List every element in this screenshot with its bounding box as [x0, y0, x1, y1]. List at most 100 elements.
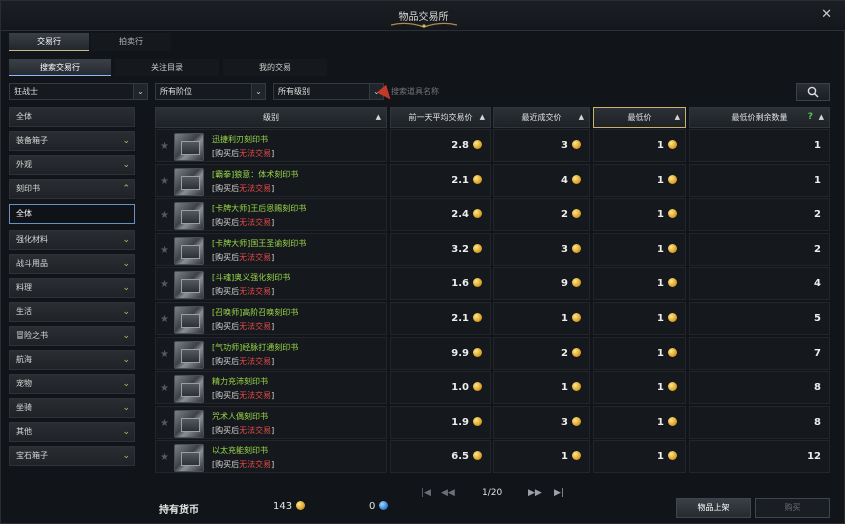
chevron-down-icon: ⌄ — [122, 160, 130, 170]
gold-coin-icon — [473, 313, 482, 322]
gold-coin-icon — [572, 244, 581, 253]
star-icon[interactable]: ★ — [160, 418, 169, 429]
star-icon[interactable]: ★ — [160, 210, 169, 221]
column-header-avg-price[interactable]: 前一天平均交易价 ▲ — [390, 107, 491, 128]
lowest-price-value: 1 — [657, 417, 664, 428]
item-cell[interactable]: ★ [召唤师]高阶召唤刻印书 [购买后无法交易] — [155, 302, 387, 335]
category-equipment-box[interactable]: 装备箱子 ⌄ — [9, 131, 135, 151]
close-icon[interactable]: ✕ — [821, 7, 832, 22]
tab-search-exchange[interactable]: 搜索交易行 — [9, 59, 111, 76]
subcategory-all[interactable]: 全体 — [9, 204, 135, 224]
recent-price-cell: 1 — [493, 440, 590, 473]
category-gem-box[interactable]: 宝石箱子 ⌄ — [9, 446, 135, 466]
list-item-button[interactable]: 物品上架 — [676, 498, 751, 518]
category-all[interactable]: 全体 — [9, 107, 135, 127]
category-pet[interactable]: 宠物 ⌄ — [9, 374, 135, 394]
table-row[interactable]: ★ 咒术人偶刻印书 [购买后无法交易] 1.9 3 1 8 — [155, 406, 830, 440]
tab-my-trades[interactable]: 我的交易 — [223, 59, 327, 76]
avg-price-value: 9.9 — [451, 348, 469, 359]
table-row[interactable]: ★ [召唤师]高阶召唤刻印书 [购买后无法交易] 2.1 1 1 5 — [155, 302, 830, 336]
help-icon[interactable]: ? — [808, 108, 813, 127]
category-label: 装备箱子 — [16, 136, 48, 145]
category-adventure-book[interactable]: 冒险之书 ⌄ — [9, 326, 135, 346]
star-icon[interactable]: ★ — [160, 245, 169, 256]
item-trade-note: [购买后无法交易] — [212, 252, 274, 263]
column-header-remaining[interactable]: 最低价剩余数量? ▲ — [689, 107, 830, 128]
star-icon[interactable]: ★ — [160, 279, 169, 290]
star-icon[interactable]: ★ — [160, 383, 169, 394]
last-page-icon[interactable]: ▶| — [554, 488, 564, 498]
tab-exchange[interactable]: 交易行 — [9, 33, 89, 51]
prev-page-icon[interactable]: ◀◀ — [441, 488, 455, 498]
remaining-count: 2 — [814, 244, 821, 255]
first-page-icon[interactable]: |◀ — [421, 488, 431, 498]
tab-watchlist[interactable]: 关注目录 — [115, 59, 219, 76]
column-header-label: 级别 — [263, 113, 279, 122]
remaining-cell: 4 — [689, 267, 830, 300]
column-header-lowest-price[interactable]: 最低价 ▲ — [593, 107, 686, 128]
recent-price: 2 — [561, 209, 581, 220]
chevron-down-icon: ⌄ — [133, 84, 147, 99]
star-icon[interactable]: ★ — [160, 141, 169, 152]
category-appearance[interactable]: 外观 ⌄ — [9, 155, 135, 175]
lowest-price: 1 — [657, 175, 677, 186]
recent-price-cell: 2 — [493, 337, 590, 370]
item-cell[interactable]: ★ [卡牌大师]国王圣谕刻印书 [购买后无法交易] — [155, 233, 387, 266]
category-label: 强化材料 — [16, 235, 48, 244]
table-row[interactable]: ★ [卡牌大师]国王圣谕刻印书 [购买后无法交易] 3.2 3 1 2 — [155, 233, 830, 267]
item-cell[interactable]: ★ 迅捷利刃刻印书 [购买后无法交易] — [155, 129, 387, 162]
column-header-label: 最低价 — [627, 113, 652, 122]
item-cell[interactable]: ★ 精力充沛刻印书 [购买后无法交易] — [155, 371, 387, 404]
table-row[interactable]: ★ [气功师]经脉打通刻印书 [购买后无法交易] 9.9 2 1 7 — [155, 337, 830, 371]
gold-coin-icon — [668, 417, 677, 426]
grade-select[interactable]: 所有级别 ⌄ — [273, 83, 384, 100]
category-mount[interactable]: 坐骑 ⌄ — [9, 398, 135, 418]
category-label: 外观 — [16, 160, 32, 169]
item-trade-note: [购买后无法交易] — [212, 183, 274, 194]
star-icon[interactable]: ★ — [160, 452, 169, 463]
category-label: 料理 — [16, 283, 32, 292]
item-cell[interactable]: ★ [霸拳]狼意：体术刻印书 [购买后无法交易] — [155, 164, 387, 197]
note-prefix: [购买后 — [212, 460, 240, 469]
table-row[interactable]: ★ [斗魂]奥义强化刻印书 [购买后无法交易] 1.6 9 1 4 — [155, 267, 830, 301]
category-combat-items[interactable]: 战斗用品 ⌄ — [9, 254, 135, 274]
recent-price: 9 — [561, 278, 581, 289]
table-row[interactable]: ★ [卡牌大师]王后恩赐刻印书 [购买后无法交易] 2.4 2 1 2 — [155, 198, 830, 232]
star-icon[interactable]: ★ — [160, 176, 169, 187]
item-cell[interactable]: ★ [卡牌大师]王后恩赐刻印书 [购买后无法交易] — [155, 198, 387, 231]
buy-button[interactable]: 购买 — [755, 498, 830, 518]
table-row[interactable]: ★ [霸拳]狼意：体术刻印书 [购买后无法交易] 2.1 4 1 1 — [155, 164, 830, 198]
table-row[interactable]: ★ 以太充能刻印书 [购买后无法交易] 6.5 1 1 12 — [155, 440, 830, 474]
search-input[interactable] — [391, 83, 791, 100]
class-select-value: 狂战士 — [14, 87, 38, 96]
item-name: [卡牌大师]国王圣谕刻印书 — [212, 239, 307, 248]
item-cell[interactable]: ★ 以太充能刻印书 [购买后无法交易] — [155, 440, 387, 473]
item-cell[interactable]: ★ [斗魂]奥义强化刻印书 [购买后无法交易] — [155, 267, 387, 300]
remaining-cell: 8 — [689, 406, 830, 439]
class-select[interactable]: 狂战士 ⌄ — [9, 83, 148, 100]
star-icon[interactable]: ★ — [160, 314, 169, 325]
item-cell[interactable]: ★ [气功师]经脉打通刻印书 [购买后无法交易] — [155, 337, 387, 370]
tier-select[interactable]: 所有阶位 ⌄ — [155, 83, 266, 100]
category-other[interactable]: 其他 ⌄ — [9, 422, 135, 442]
table-row[interactable]: ★ 精力充沛刻印书 [购买后无法交易] 1.0 1 1 8 — [155, 371, 830, 405]
column-header-recent-price[interactable]: 最近成交价 ▲ — [493, 107, 590, 128]
star-icon[interactable]: ★ — [160, 349, 169, 360]
category-enhance-material[interactable]: 强化材料 ⌄ — [9, 230, 135, 250]
tab-auction[interactable]: 拍卖行 — [91, 33, 171, 51]
category-sailing[interactable]: 航海 ⌄ — [9, 350, 135, 370]
next-page-icon[interactable]: ▶▶ — [528, 488, 542, 498]
category-label: 冒险之书 — [16, 331, 48, 340]
engraving-book-icon — [174, 410, 204, 438]
search-button[interactable] — [796, 83, 830, 101]
table-row[interactable]: ★ 迅捷利刃刻印书 [购买后无法交易] 2.8 3 1 1 — [155, 129, 830, 163]
recent-price: 3 — [561, 140, 581, 151]
column-header-grade[interactable]: 级别 ▲ — [155, 107, 387, 128]
category-life[interactable]: 生活 ⌄ — [9, 302, 135, 322]
item-cell[interactable]: ★ 咒术人偶刻印书 [购买后无法交易] — [155, 406, 387, 439]
lowest-price-cell: 1 — [593, 337, 686, 370]
chevron-down-icon: ⌄ — [122, 427, 130, 437]
category-cooking[interactable]: 料理 ⌄ — [9, 278, 135, 298]
category-engraving-book[interactable]: 刻印书 ⌃ — [9, 179, 135, 199]
avg-price: 3.2 — [451, 244, 482, 255]
